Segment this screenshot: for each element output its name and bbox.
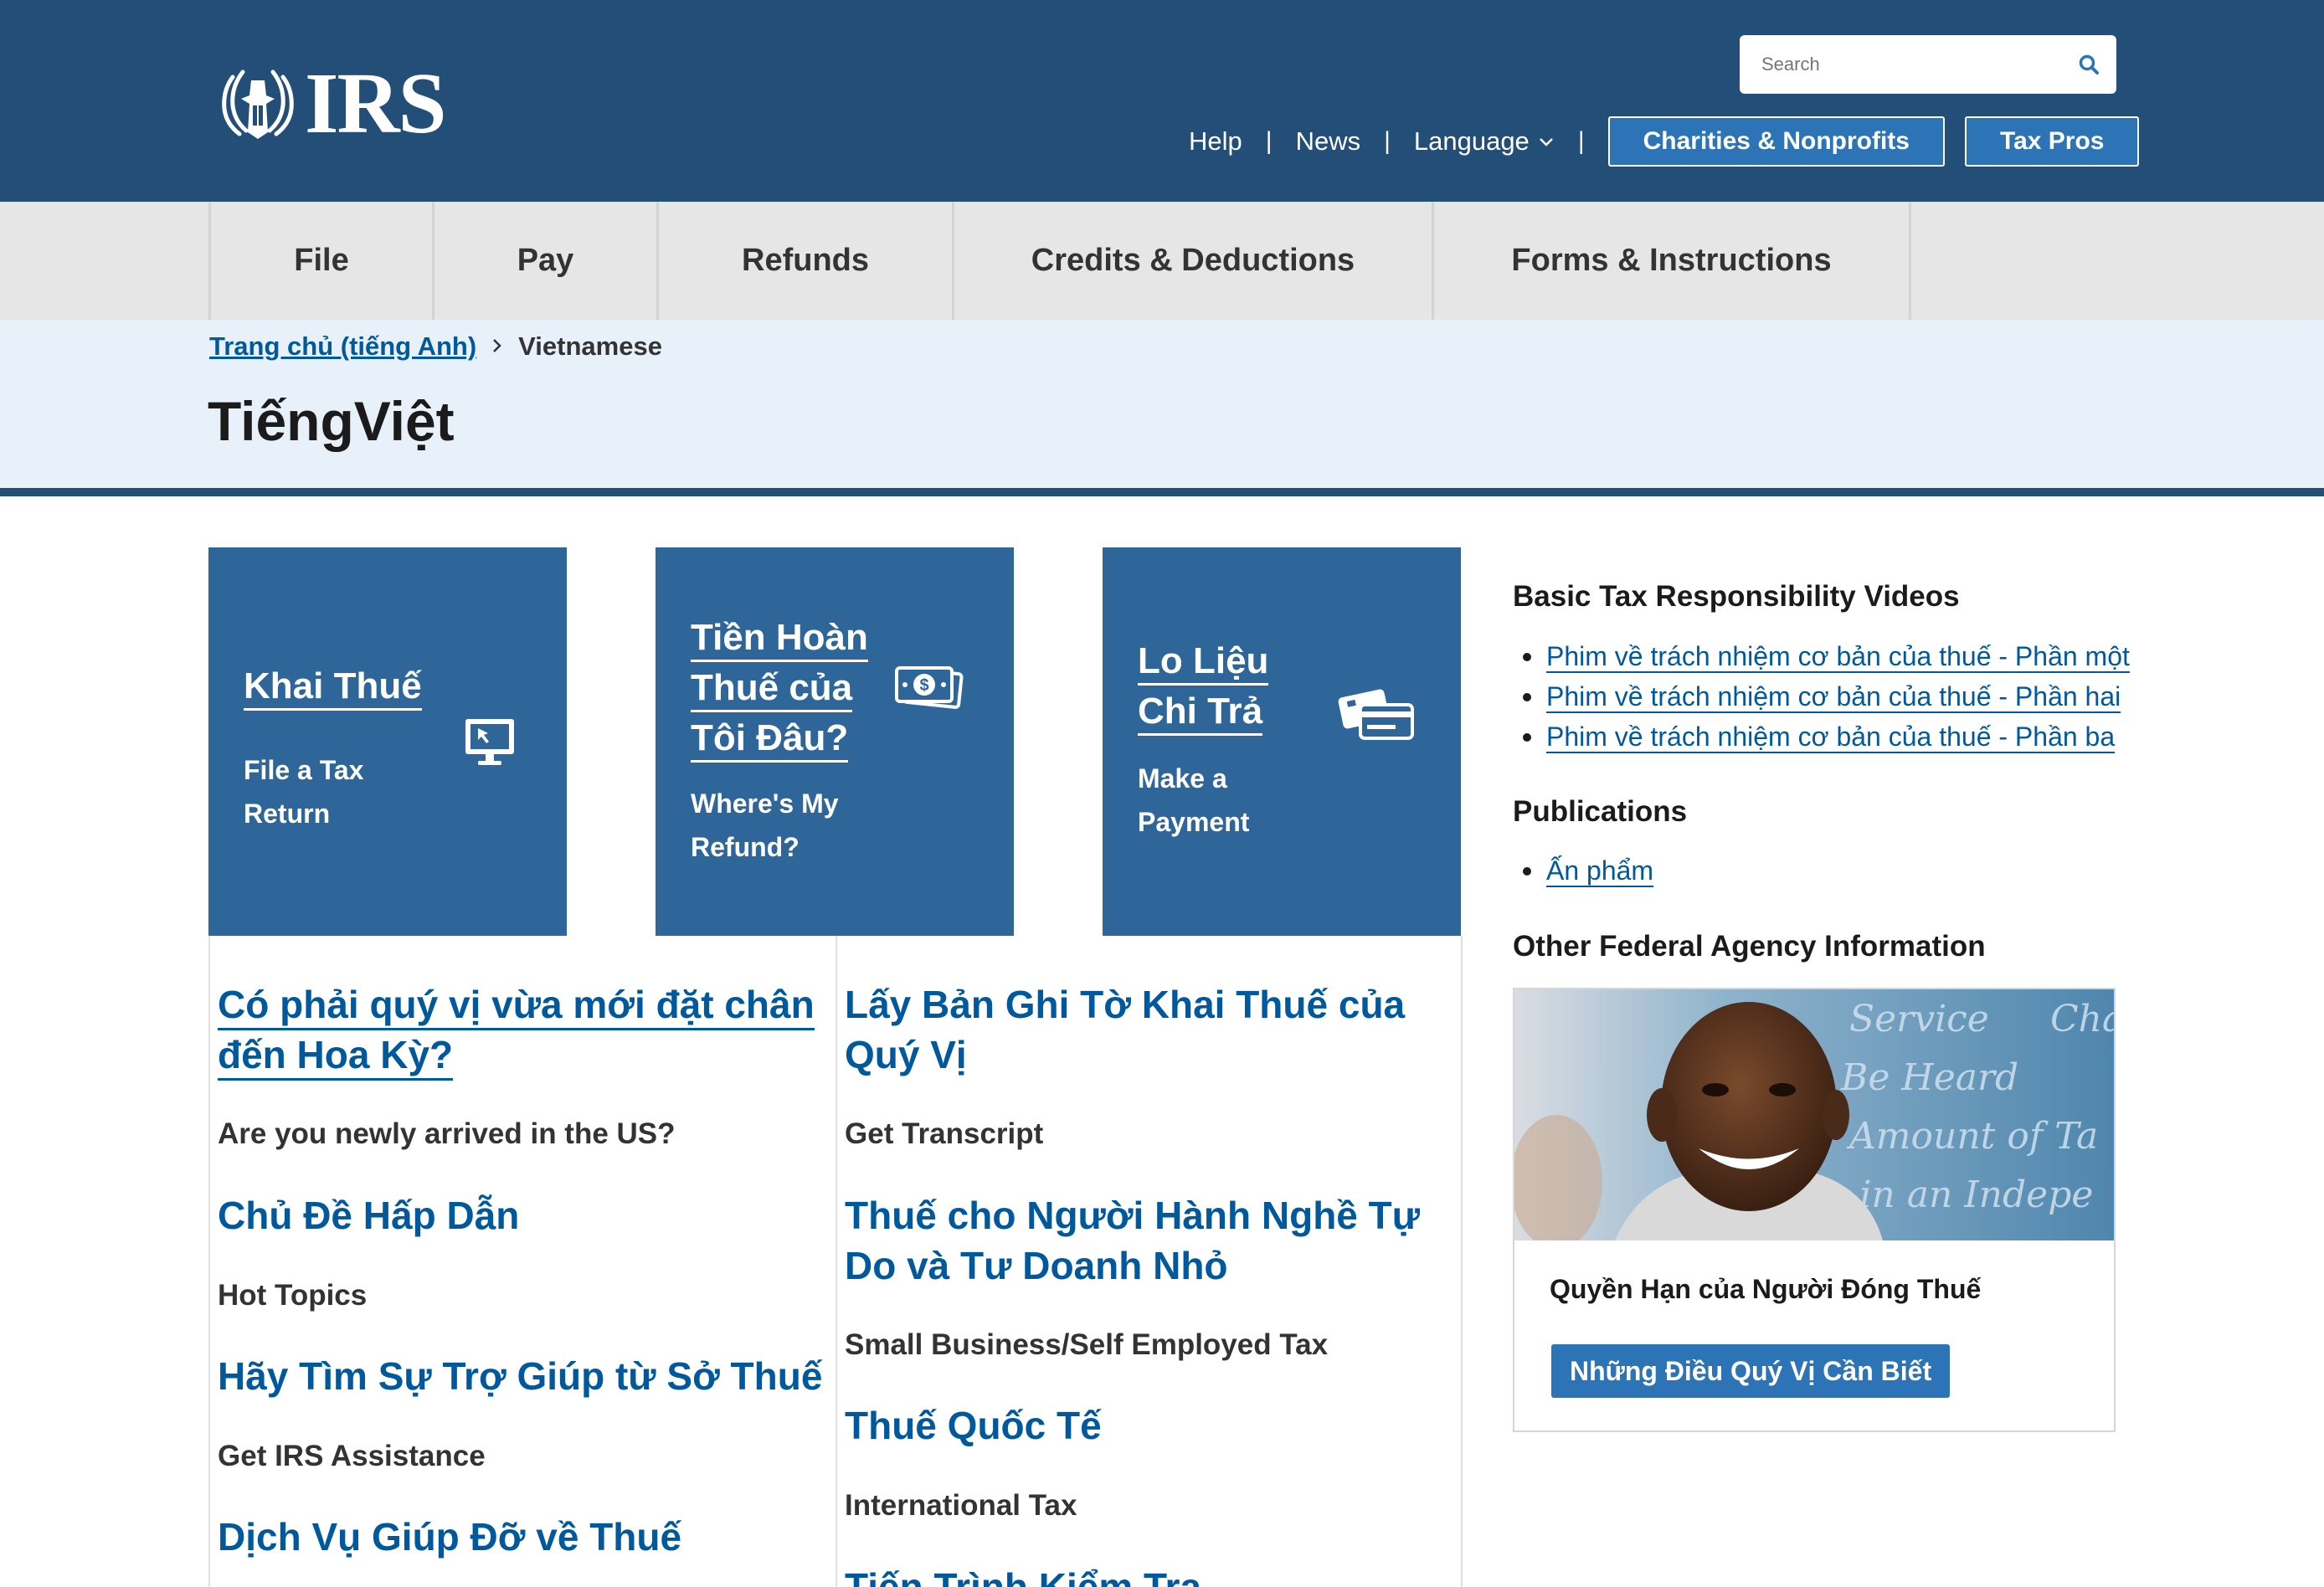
divider: | (1384, 127, 1391, 155)
svg-text:Amount of Ta: Amount of Ta (1846, 1115, 2098, 1158)
chevron-right-icon (491, 332, 503, 361)
link-subtitle: International Tax (845, 1489, 1077, 1522)
computer-icon (465, 719, 514, 765)
site-header: IRS Help | News | Language | Charities &… (0, 0, 2324, 202)
video-link-part-2[interactable]: Phim về trách nhiệm cơ bản của thuế - Ph… (1546, 681, 2121, 713)
taxpayer-image: Service Cha Be Heard Amount of Ta n in a… (1514, 989, 2114, 1240)
publications-link[interactable]: Ấn phẩm (1546, 855, 1654, 887)
main-nav: File Pay Refunds Credits & Deductions Fo… (0, 202, 2324, 320)
link-newly-arrived[interactable]: Có phải quý vị vừa mới đặt chân đến Hoa … (218, 979, 815, 1081)
tile-title: Khai Thuế (244, 661, 422, 711)
charities-nonprofits-button[interactable]: Charities & Nonprofits (1607, 116, 1945, 167)
svg-text:Cha: Cha (2050, 998, 2114, 1040)
logo-text: IRS (305, 55, 446, 152)
tile-subtitle: Where's My Refund? (691, 788, 839, 862)
publications-list: Ấn phẩm (1513, 850, 1654, 891)
link-tax-help-services[interactable]: Dịch Vụ Giúp Đỡ về Thuế (218, 1512, 681, 1562)
what-you-need-to-know-button[interactable]: Những Điều Quý Vị Cần Biết (1551, 1344, 1951, 1398)
tax-pros-button[interactable]: Tax Pros (1964, 116, 2140, 167)
videos-list: Phim về trách nhiệm cơ bản của thuế - Ph… (1513, 636, 2130, 757)
svg-text:$: $ (919, 676, 928, 695)
link-subtitle: Hot Topics (218, 1279, 368, 1312)
tile-wheres-my-refund[interactable]: Tiền Hoàn Thuế của Tôi Đâu? Where's My R… (656, 547, 1014, 936)
link-small-business[interactable]: Thuế cho Người Hành Nghề Tự Do và Tư Doa… (845, 1190, 1420, 1291)
chevron-down-icon (1539, 138, 1553, 146)
tile-file-tax-return[interactable]: Khai Thuế File a Tax Return (208, 547, 567, 936)
link-subtitle: Small Business/Self Employed Tax (845, 1328, 1329, 1361)
publications-heading: Publications (1513, 795, 1688, 828)
help-link[interactable]: Help (1189, 126, 1242, 157)
nav-item-pay[interactable]: Pay (432, 202, 656, 320)
link-international-tax[interactable]: Thuế Quốc Tế (845, 1400, 1102, 1451)
news-link[interactable]: News (1296, 126, 1361, 157)
agency-heading: Other Federal Agency Information (1513, 930, 1986, 963)
nav-item-refunds[interactable]: Refunds (656, 202, 952, 320)
breadcrumb-current: Vietnamese (518, 331, 662, 361)
credit-card-icon (1338, 689, 1414, 740)
tile-title: Lo Liệu Chi Trả (1138, 636, 1269, 737)
video-link-part-1[interactable]: Phim về trách nhiệm cơ bản của thuế - Ph… (1546, 641, 2130, 673)
link-subtitle: Get Transcript (845, 1117, 1044, 1150)
search-box (1740, 35, 2116, 94)
header-divider (0, 488, 2324, 496)
utility-nav: Help | News | Language | Charities & Non… (1189, 116, 2140, 167)
list-item: Phim về trách nhiệm cơ bản của thuế - Ph… (1513, 636, 2130, 676)
link-get-transcript[interactable]: Lấy Bản Ghi Tờ Khai Thuế của Quý Vị (845, 979, 1405, 1080)
svg-text:Service: Service (1849, 998, 1989, 1040)
irs-logo[interactable]: IRS (216, 55, 446, 152)
language-dropdown[interactable]: Language (1414, 126, 1555, 157)
page-title: TiếngViệt (208, 390, 455, 452)
language-label: Language (1413, 126, 1530, 156)
list-item: Phim về trách nhiệm cơ bản của thuế - Ph… (1513, 676, 2130, 716)
link-subtitle: Get IRS Assistance (218, 1440, 486, 1472)
irs-eagle-icon (222, 69, 294, 139)
tile-subtitle: Make a Payment (1138, 763, 1250, 837)
nav-divider (1909, 202, 1911, 320)
search-button[interactable] (2061, 35, 2116, 94)
grid-divider (836, 936, 837, 1587)
search-icon (2079, 54, 2099, 74)
list-item: Ấn phẩm (1513, 850, 1654, 891)
list-item: Phim về trách nhiệm cơ bản của thuế - Ph… (1513, 716, 2130, 757)
breadcrumb: Trang chủ (tiếng Anh) Vietnamese (209, 331, 662, 362)
link-hot-topics[interactable]: Chủ Đề Hấp Dẫn (218, 1190, 519, 1240)
tile-title: Tiền Hoàn Thuế của Tôi Đâu? (691, 613, 868, 763)
svg-text:Be Heard: Be Heard (1840, 1056, 2018, 1099)
breadcrumb-home-link[interactable]: Trang chủ (tiếng Anh) (209, 331, 476, 362)
card-text: Quyền Hạn của Người Đóng Thuế (1550, 1274, 1982, 1304)
tile-subtitle: File a Tax Return (244, 755, 364, 829)
link-get-irs-assistance[interactable]: Hãy Tìm Sự Trợ Giúp từ Sở Thuế (218, 1351, 822, 1401)
nav-item-credits-deductions[interactable]: Credits & Deductions (952, 202, 1432, 320)
search-input[interactable] (1740, 35, 2061, 94)
tile-make-a-payment[interactable]: Lo Liệu Chi Trả Make a Payment (1103, 547, 1461, 936)
taxpayer-rights-card: Service Cha Be Heard Amount of Ta n in a… (1513, 988, 2116, 1432)
taxpayer-photo: Service Cha Be Heard Amount of Ta n in a… (1514, 989, 2114, 1240)
nav-item-forms-instructions[interactable]: Forms & Instructions (1432, 202, 1909, 320)
money-icon: $ (895, 666, 964, 709)
link-subtitle: Are you newly arrived in the US? (218, 1117, 676, 1150)
nav-item-file[interactable]: File (208, 202, 432, 320)
divider: | (1577, 127, 1585, 155)
divider: | (1265, 127, 1273, 155)
video-link-part-3[interactable]: Phim về trách nhiệm cơ bản của thuế - Ph… (1546, 722, 2116, 753)
videos-heading: Basic Tax Responsibility Videos (1513, 580, 1960, 613)
link-examination-process[interactable]: Tiến Trình Kiểm Tra (845, 1562, 1201, 1587)
